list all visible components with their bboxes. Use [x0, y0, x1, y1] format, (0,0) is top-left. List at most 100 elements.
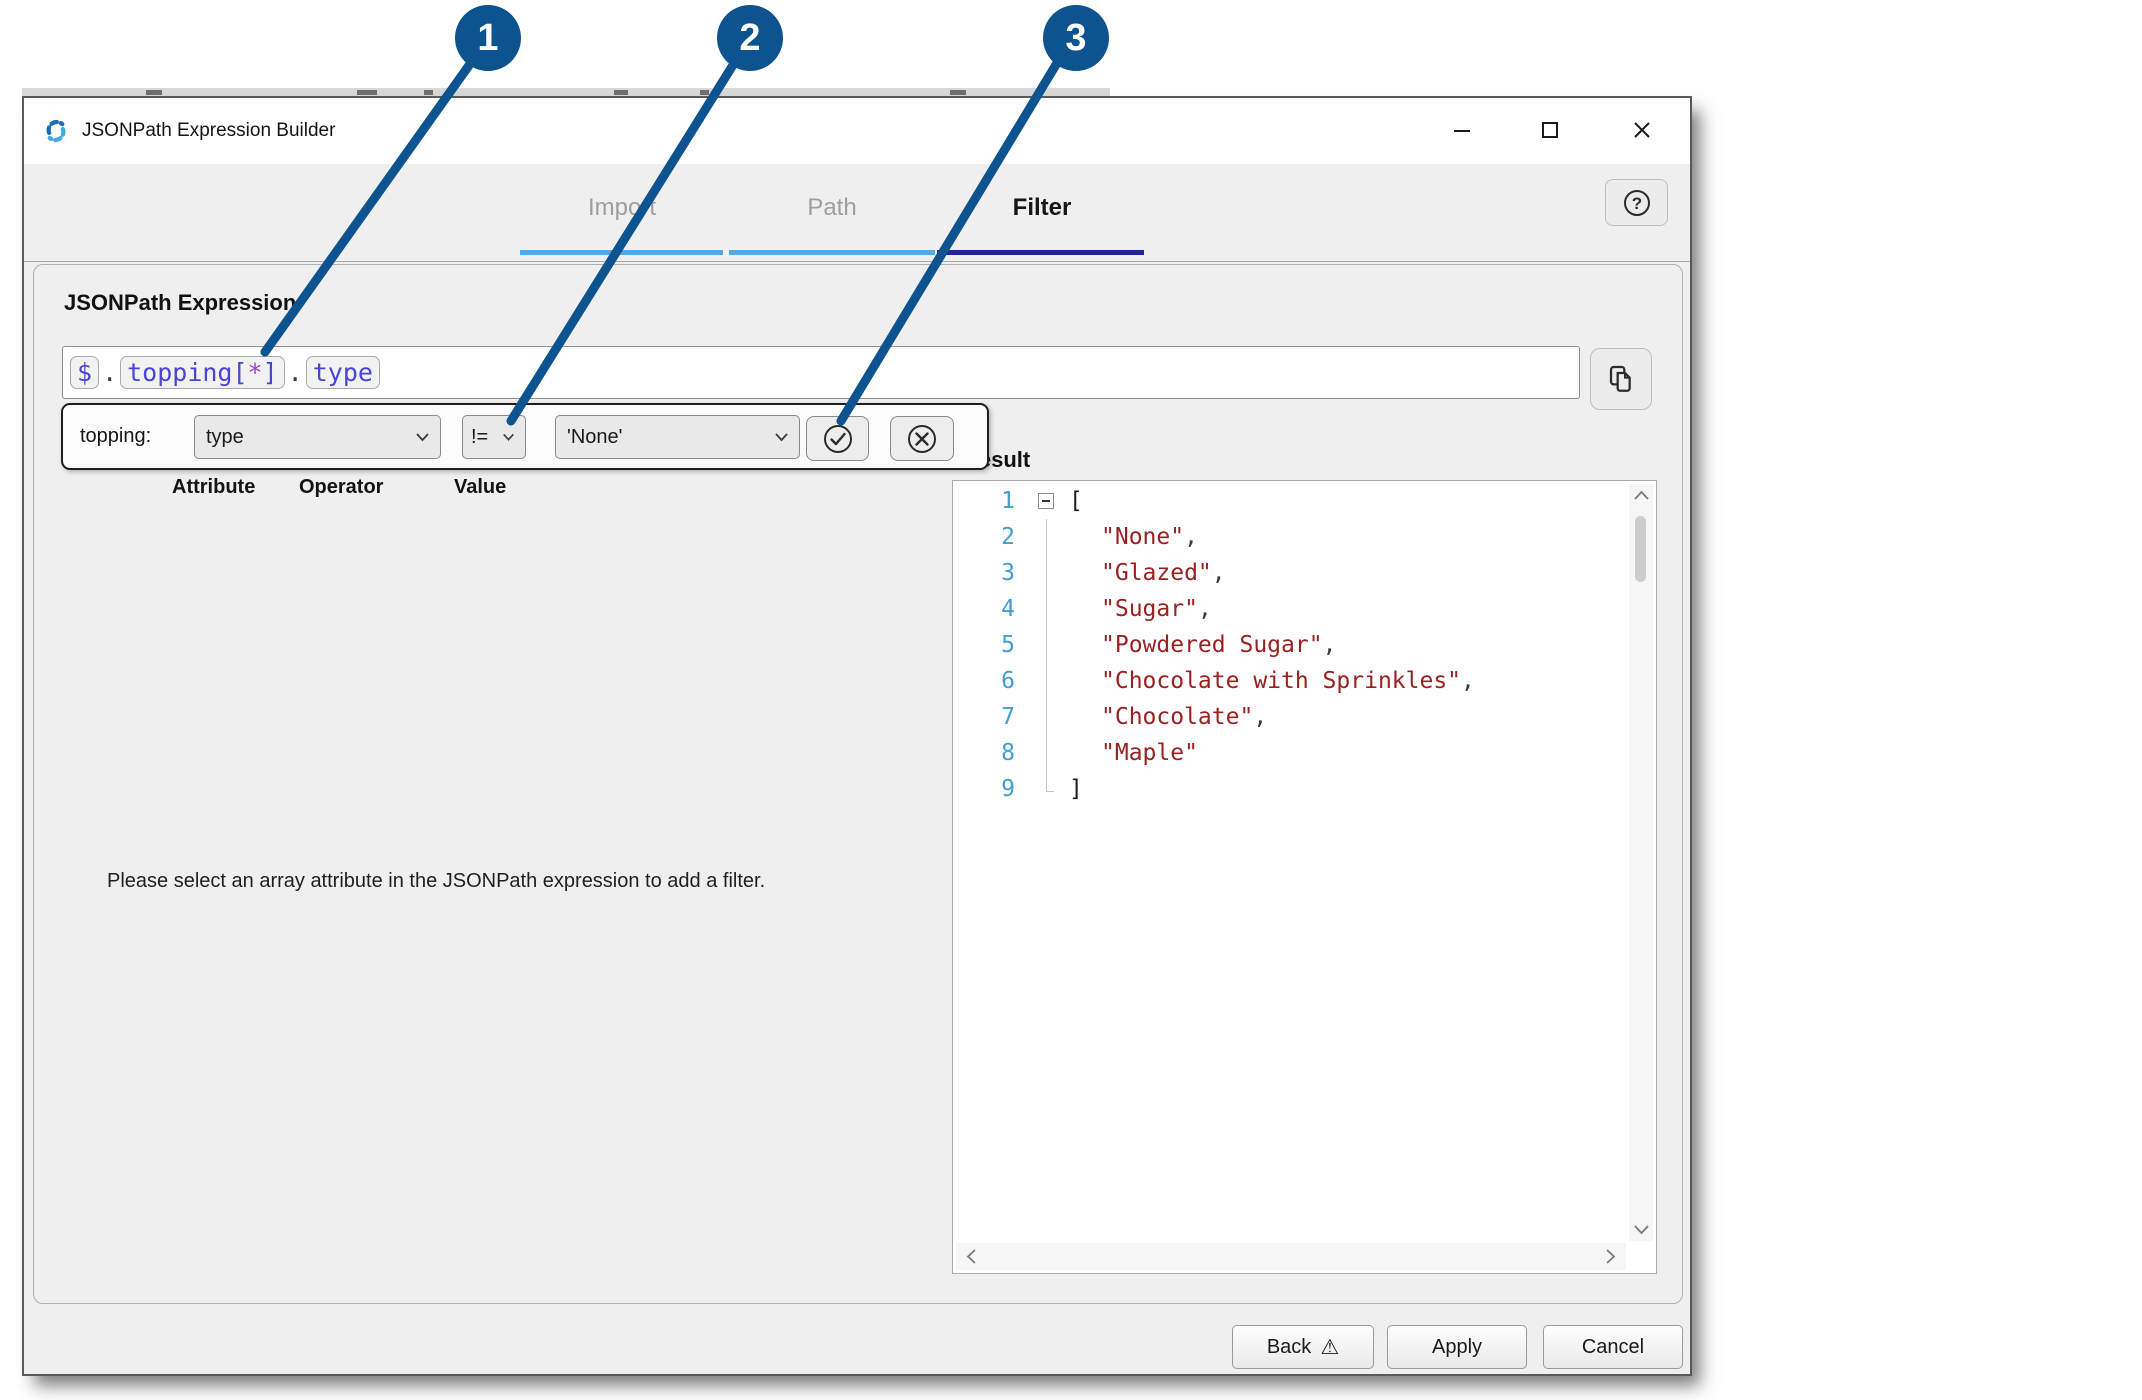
filter-cancel-button[interactable]	[890, 416, 954, 461]
token-property[interactable]: type	[305, 356, 380, 389]
line-text: "Sugar"	[1101, 596, 1198, 622]
line-suffix: ,	[1184, 524, 1198, 550]
warning-icon: ⚠	[1320, 1335, 1340, 1359]
svg-text:?: ?	[1631, 194, 1641, 213]
maximize-icon	[1542, 122, 1558, 138]
line-text: "Maple"	[1101, 740, 1198, 766]
expression-section-label: JSONPath Expression	[64, 290, 297, 315]
jsonpath-builder-window: JSONPath Expression Builder Import Path …	[22, 96, 1692, 1376]
background-window-artifact	[146, 90, 162, 95]
filter-scope-label: topping:	[80, 425, 152, 447]
fold-collapse-icon[interactable]	[1038, 493, 1054, 509]
vertical-scrollbar-thumb[interactable]	[1635, 516, 1646, 582]
jsonpath-expression-input[interactable]: $ . topping[*] . type	[62, 346, 1580, 399]
result-panel[interactable]: 1 [ 2 "None", 3 "Glazed", 4 "Sugar", 5 "…	[952, 480, 1657, 1274]
result-code-line: 6 "Chocolate with Sprinkles",	[953, 663, 1626, 699]
line-number: 6	[1001, 668, 1015, 694]
token-array-star: *	[247, 358, 263, 387]
filter-value-dropdown[interactable]: 'None'	[555, 415, 800, 459]
result-code-line: 7 "Chocolate",	[953, 699, 1626, 735]
line-number: 2	[1001, 524, 1015, 550]
tab-filter[interactable]: Filter	[982, 190, 1102, 226]
line-text: "Powdered Sugar"	[1101, 632, 1323, 658]
filter-operator-dropdown[interactable]: !=	[462, 415, 526, 459]
filter-confirm-button[interactable]	[806, 416, 869, 461]
token-dot: .	[287, 358, 303, 387]
line-text: [	[1069, 488, 1083, 514]
filter-attribute-value: type	[206, 425, 244, 448]
fold-gutter	[1031, 627, 1061, 663]
callout-3: 3	[1043, 5, 1109, 71]
line-text: "Glazed"	[1101, 560, 1212, 586]
line-suffix: ,	[1197, 596, 1212, 622]
token-array-pre: topping[	[127, 358, 248, 387]
background-window-artifact	[950, 90, 966, 95]
titlebar[interactable]: JSONPath Expression Builder	[24, 98, 1690, 164]
close-button[interactable]	[1620, 108, 1664, 152]
screenshot-stage: JSONPath Expression Builder Import Path …	[0, 0, 2142, 1400]
maximize-button[interactable]	[1528, 108, 1572, 152]
chevron-down-icon	[416, 433, 429, 442]
scroll-up-icon[interactable]	[1629, 490, 1653, 501]
background-window-artifact	[614, 90, 628, 95]
tab-path[interactable]: Path	[772, 190, 892, 226]
filter-attribute-dropdown[interactable]: type	[194, 415, 441, 459]
token-array-segment[interactable]: topping[*]	[120, 356, 285, 389]
callout-2: 2	[717, 5, 783, 71]
line-number: 4	[1001, 596, 1015, 622]
back-button[interactable]: Back ⚠	[1232, 1325, 1374, 1369]
filter-value-value: 'None'	[567, 425, 623, 448]
tab-path-underline	[729, 250, 935, 255]
fold-gutter	[1031, 591, 1061, 627]
close-icon	[1634, 122, 1650, 138]
line-text: "Chocolate"	[1101, 704, 1254, 730]
line-number: 3	[1001, 560, 1015, 586]
window-title: JSONPath Expression Builder	[82, 120, 336, 141]
header-value: Value	[454, 476, 507, 498]
tabs-divider-line	[24, 261, 1690, 262]
minimize-button[interactable]	[1440, 108, 1484, 152]
filter-row: topping: type != 'None'	[61, 403, 989, 470]
copy-icon	[1609, 365, 1631, 392]
line-suffix: ,	[1322, 632, 1337, 658]
line-number: 8	[1001, 740, 1015, 766]
vertical-scrollbar[interactable]	[1629, 484, 1653, 1241]
tab-import-underline	[520, 250, 723, 255]
result-code: 1 [ 2 "None", 3 "Glazed", 4 "Sugar", 5 "…	[953, 483, 1626, 807]
result-code-line: 1 [	[953, 483, 1626, 519]
scroll-down-icon[interactable]	[1629, 1224, 1653, 1235]
callout-1-number: 1	[477, 16, 499, 59]
x-circle-icon	[908, 424, 936, 453]
fold-gutter	[1031, 699, 1061, 735]
fold-gutter	[1031, 555, 1061, 591]
tab-filter-underline	[937, 250, 1144, 255]
result-code-line: 2 "None",	[953, 519, 1626, 555]
horizontal-scrollbar[interactable]	[956, 1243, 1626, 1270]
callout-1: 1	[455, 5, 521, 71]
background-window-artifact	[424, 90, 433, 95]
line-text: "Chocolate with Sprinkles"	[1101, 668, 1462, 694]
scroll-left-icon[interactable]	[966, 1248, 977, 1265]
check-circle-icon	[823, 424, 852, 453]
line-suffix: ,	[1253, 704, 1268, 730]
help-button[interactable]: ?	[1605, 179, 1668, 226]
filter-operator-value: !=	[471, 425, 489, 448]
fold-gutter	[1031, 519, 1061, 555]
app-icon	[46, 119, 66, 143]
callout-3-number: 3	[1065, 16, 1087, 59]
cancel-button-label: Cancel	[1581, 1335, 1645, 1358]
fold-gutter	[1031, 663, 1061, 699]
copy-expression-button[interactable]	[1590, 348, 1652, 410]
cancel-button[interactable]: Cancel	[1543, 1325, 1683, 1369]
apply-button-label: Apply	[1431, 1335, 1483, 1358]
result-code-line: 4 "Sugar",	[953, 591, 1626, 627]
tab-import[interactable]: Import	[552, 190, 692, 226]
line-number: 7	[1001, 704, 1015, 730]
header-operator: Operator	[299, 476, 384, 498]
token-root[interactable]: $	[70, 356, 100, 389]
line-suffix: ,	[1461, 668, 1475, 694]
scroll-right-icon[interactable]	[1605, 1248, 1616, 1265]
apply-button[interactable]: Apply	[1387, 1325, 1527, 1369]
token-array-post: ]	[262, 358, 278, 387]
background-window-artifact	[357, 90, 377, 95]
